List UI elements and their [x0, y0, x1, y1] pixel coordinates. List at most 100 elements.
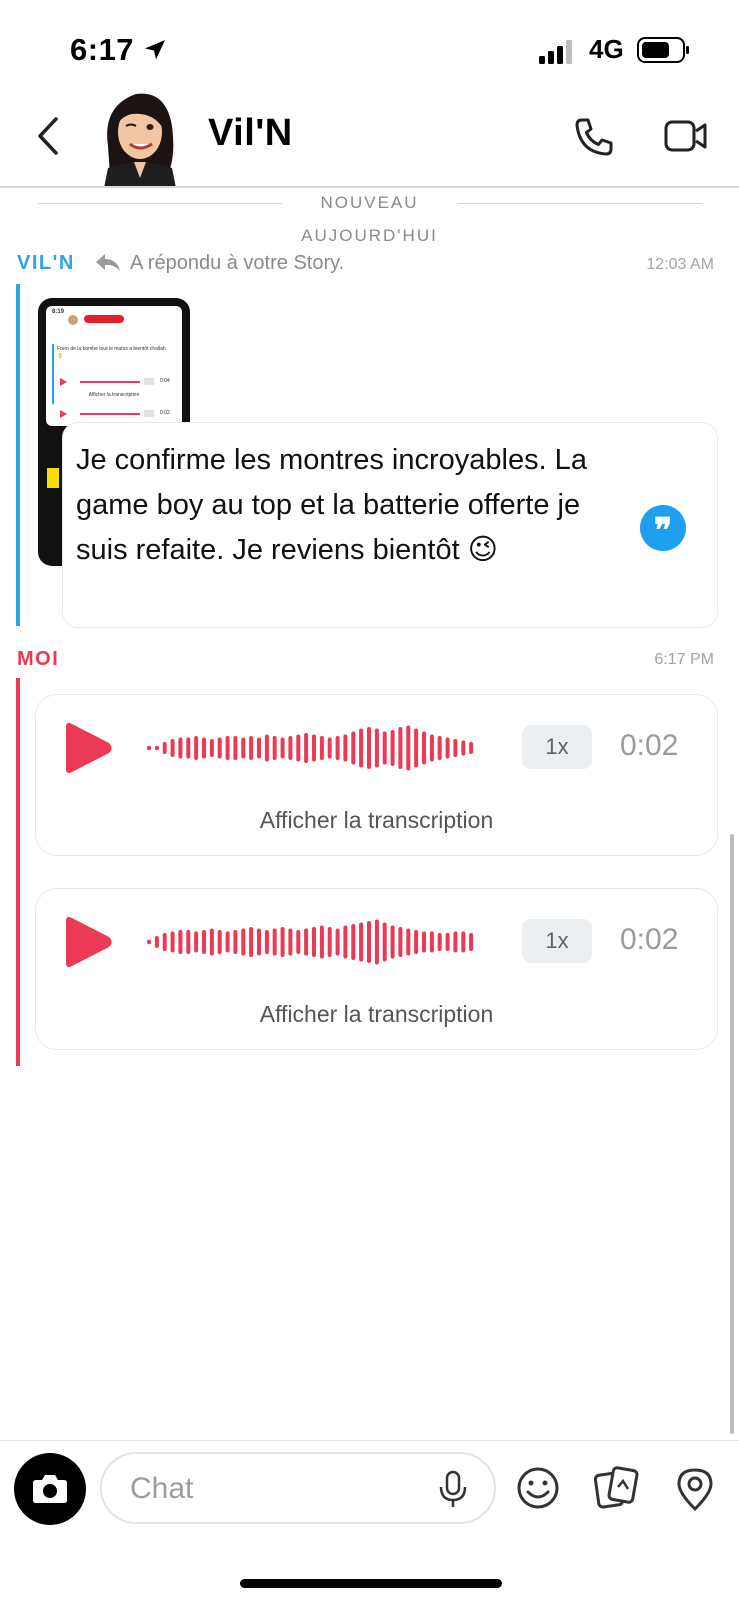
story-preview-transcription: Afficher la transcription	[88, 392, 140, 398]
playback-speed-button[interactable]: 1x	[522, 725, 592, 769]
chat-input[interactable]	[128, 1468, 412, 1510]
waveform-bar	[327, 927, 332, 957]
sender-label-me: MOI	[17, 648, 60, 670]
show-transcription-link[interactable]: Afficher la transcription	[36, 1001, 717, 1028]
message-text: Je confirme les montres incroyables. La …	[76, 444, 587, 566]
waveform-bar	[367, 727, 371, 769]
waveform-bar	[445, 933, 450, 951]
waveform-bar	[272, 736, 277, 760]
voice-note-card[interactable]: 1x 0:02 Afficher la transcription	[35, 694, 718, 856]
emoji-icon[interactable]	[516, 1466, 560, 1510]
waveform-bar	[154, 936, 159, 948]
waveform-bar	[170, 931, 175, 953]
waveform-bar	[469, 933, 474, 951]
waveform-bar	[202, 737, 206, 759]
waveform-bar	[304, 733, 309, 763]
waveform-bar	[312, 734, 316, 762]
waveform[interactable]	[146, 725, 476, 771]
waveform-bar	[437, 736, 442, 760]
waveform-bar	[147, 939, 151, 945]
waveform-bar	[225, 736, 230, 760]
quote-icon[interactable]: ❞	[640, 505, 686, 551]
phone-call-icon[interactable]	[573, 116, 615, 158]
waveform[interactable]	[146, 919, 476, 965]
waveform-bar	[406, 928, 411, 956]
contact-avatar[interactable]	[96, 86, 180, 188]
waveform-bar	[217, 930, 222, 954]
waveform-bar	[147, 745, 151, 751]
waveform-bar	[296, 734, 301, 762]
back-chevron-icon[interactable]	[36, 116, 60, 156]
camera-button[interactable]	[14, 1453, 86, 1525]
waveform-bar	[225, 931, 230, 953]
waveform-bar	[461, 931, 466, 953]
memories-cards-icon[interactable]	[594, 1465, 640, 1511]
waveform-bar	[359, 728, 364, 768]
waveform-bar	[367, 921, 371, 963]
waveform-bar	[233, 930, 238, 954]
waveform-bar	[257, 737, 261, 759]
waveform-bar	[382, 731, 387, 765]
reply-arrow-icon	[96, 254, 120, 271]
story-preview-duration-2: 0:02	[160, 410, 170, 416]
waveform-bar	[194, 736, 199, 760]
waveform-bar	[319, 925, 324, 959]
waveform-bar	[280, 737, 285, 759]
waveform-bar	[170, 739, 175, 757]
waveform-bar	[209, 928, 214, 956]
message-timestamp: 12:03 AM	[646, 256, 714, 273]
story-reply-label: A répondu à votre Story.	[130, 252, 345, 274]
waveform-bar	[296, 930, 301, 954]
waveform-bar	[390, 730, 395, 766]
sender-label-contact: VIL'N	[17, 252, 75, 274]
waveform-bar	[178, 930, 183, 954]
waveform-bar	[445, 737, 450, 759]
show-transcription-link[interactable]: Afficher la transcription	[36, 807, 717, 834]
header-divider	[0, 186, 739, 188]
voice-note-card[interactable]: 1x 0:02 Afficher la transcription	[35, 888, 718, 1050]
waveform-bar	[304, 928, 309, 956]
waveform-bar	[343, 734, 348, 762]
play-icon[interactable]	[60, 915, 114, 969]
waveform-bar	[374, 919, 379, 965]
microphone-icon[interactable]	[438, 1470, 468, 1510]
waveform-bar	[343, 925, 348, 959]
waveform-bar	[414, 728, 419, 768]
waveform-bar	[461, 740, 466, 756]
video-call-icon[interactable]	[664, 118, 708, 154]
location-pin-icon[interactable]	[675, 1466, 715, 1512]
my-message-bar	[16, 678, 20, 1066]
waveform-bar	[186, 737, 191, 759]
story-sticker	[47, 468, 59, 488]
message-timestamp-me: 6:17 PM	[654, 651, 714, 668]
chat-input-field[interactable]	[100, 1452, 496, 1524]
scrollbar[interactable]	[730, 834, 734, 1434]
location-arrow-icon	[145, 40, 165, 60]
waveform-bar	[162, 933, 167, 951]
waveform-bar	[209, 739, 214, 757]
waveform-bar	[217, 737, 222, 759]
waveform-bar	[249, 736, 254, 760]
waveform-bar	[429, 931, 434, 953]
playback-speed-button[interactable]: 1x	[522, 919, 592, 963]
waveform-bar	[422, 931, 426, 953]
composer-divider	[0, 1440, 739, 1441]
new-separator: NOUVEAU	[320, 193, 419, 212]
waveform-bar	[335, 736, 340, 760]
home-indicator	[240, 1579, 502, 1588]
waveform-bar	[241, 737, 246, 759]
network-label: 4G	[589, 34, 624, 64]
waveform-bar	[249, 927, 254, 957]
waveform-bar	[453, 931, 458, 953]
waveform-bar	[398, 727, 403, 769]
waveform-bar	[288, 928, 293, 956]
waveform-bar	[186, 930, 191, 954]
contact-message-bar	[16, 284, 20, 626]
waveform-bar	[202, 930, 206, 954]
play-icon[interactable]	[60, 721, 114, 775]
waveform-bar	[178, 737, 183, 759]
waveform-bar	[241, 928, 246, 956]
cellular-signal-icon	[539, 40, 572, 64]
waveform-bar	[359, 922, 364, 962]
contact-name[interactable]: Vil'N	[208, 112, 293, 155]
